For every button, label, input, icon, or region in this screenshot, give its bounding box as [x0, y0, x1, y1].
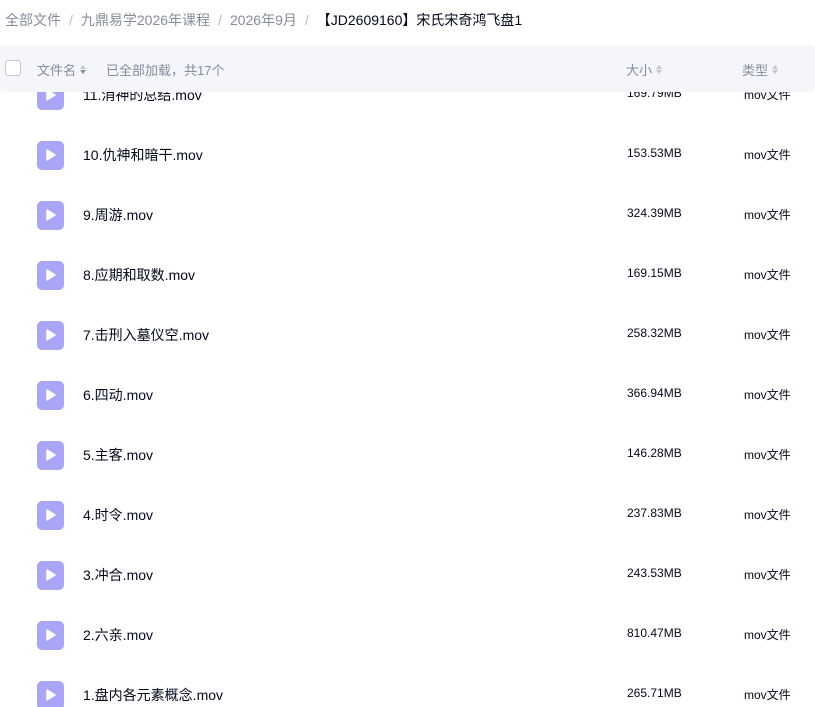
- breadcrumb-course-folder[interactable]: 九鼎易学2026年课程: [81, 10, 210, 30]
- play-icon: [46, 389, 56, 401]
- file-size: 146.28MB: [627, 446, 682, 460]
- file-size: 169.79MB: [627, 92, 682, 100]
- video-file-icon: [37, 681, 64, 707]
- file-type: mov文件: [744, 148, 791, 162]
- file-size: 237.83MB: [627, 506, 682, 520]
- sort-by-type-button[interactable]: 类型: [742, 60, 779, 79]
- file-type: mov文件: [744, 688, 791, 702]
- video-file-icon: [37, 621, 64, 650]
- file-row[interactable]: 1.盘内各元素概念.mov 265.71MB mov文件: [0, 665, 815, 707]
- file-row[interactable]: 11.消神的总结.mov 169.79MB mov文件: [0, 92, 815, 125]
- file-row[interactable]: 7.击刑入墓仪空.mov 258.32MB mov文件: [0, 305, 815, 365]
- file-row[interactable]: 9.周游.mov 324.39MB mov文件: [0, 185, 815, 245]
- play-icon: [46, 629, 56, 641]
- video-file-icon: [37, 501, 64, 530]
- file-row[interactable]: 4.时令.mov 237.83MB mov文件: [0, 485, 815, 545]
- play-icon: [46, 92, 56, 101]
- file-name[interactable]: 9.周游.mov: [83, 205, 153, 225]
- file-type: mov文件: [744, 92, 791, 102]
- file-name[interactable]: 8.应期和取数.mov: [83, 265, 195, 285]
- video-file-icon: [37, 381, 64, 410]
- file-row[interactable]: 6.四动.mov 366.94MB mov文件: [0, 365, 815, 425]
- file-type: mov文件: [744, 208, 791, 222]
- breadcrumb-month-folder[interactable]: 2026年9月: [230, 10, 297, 30]
- file-row[interactable]: 10.仇神和暗干.mov 153.53MB mov文件: [0, 125, 815, 185]
- sort-arrows-icon: [80, 65, 87, 74]
- play-icon: [46, 269, 56, 281]
- file-name[interactable]: 11.消神的总结.mov: [83, 92, 202, 105]
- video-file-icon: [37, 561, 64, 590]
- file-row[interactable]: 3.冲合.mov 243.53MB mov文件: [0, 545, 815, 605]
- file-row[interactable]: 2.六亲.mov 810.47MB mov文件: [0, 605, 815, 665]
- file-size: 243.53MB: [627, 566, 682, 580]
- file-row[interactable]: 5.主客.mov 146.28MB mov文件: [0, 425, 815, 485]
- file-name[interactable]: 4.时令.mov: [83, 505, 153, 525]
- play-icon: [46, 569, 56, 581]
- file-name[interactable]: 7.击刑入墓仪空.mov: [83, 325, 209, 345]
- file-name[interactable]: 2.六亲.mov: [83, 625, 153, 645]
- file-type: mov文件: [744, 448, 791, 462]
- breadcrumb: 全部文件 / 九鼎易学2026年课程 / 2026年9月 / 【JD260916…: [5, 9, 522, 31]
- play-icon: [46, 329, 56, 341]
- select-all-checkbox[interactable]: [5, 60, 21, 76]
- file-name[interactable]: 6.四动.mov: [83, 385, 153, 405]
- file-list-header: 文件名 已全部加载，共17个 大小 类型: [0, 45, 815, 92]
- file-size: 810.47MB: [627, 626, 682, 640]
- file-type: mov文件: [744, 268, 791, 282]
- file-name[interactable]: 10.仇神和暗干.mov: [83, 145, 203, 165]
- video-file-icon: [37, 441, 64, 470]
- video-file-icon: [37, 321, 64, 350]
- video-file-icon: [37, 201, 64, 230]
- file-list[interactable]: 11.消神的总结.mov 169.79MB mov文件 10.仇神和暗干.mov 153…: [0, 92, 815, 707]
- file-size: 324.39MB: [627, 206, 682, 220]
- video-file-icon: [37, 261, 64, 290]
- name-column-label: 文件名: [37, 63, 77, 78]
- play-icon: [46, 449, 56, 461]
- file-type: mov文件: [744, 388, 791, 402]
- sort-arrows-icon: [772, 65, 779, 74]
- file-size: 169.15MB: [627, 266, 682, 280]
- file-size: 366.94MB: [627, 386, 682, 400]
- play-icon: [46, 149, 56, 161]
- video-file-icon: [37, 141, 64, 170]
- play-icon: [46, 509, 56, 521]
- type-column-label: 类型: [742, 63, 769, 78]
- sort-by-name-button[interactable]: 文件名: [37, 60, 87, 79]
- breadcrumb-separator: /: [69, 12, 73, 28]
- file-type: mov文件: [744, 328, 791, 342]
- file-row[interactable]: 8.应期和取数.mov 169.15MB mov文件: [0, 245, 815, 305]
- file-size: 153.53MB: [627, 146, 682, 160]
- play-icon: [46, 209, 56, 221]
- file-name[interactable]: 5.主客.mov: [83, 445, 153, 465]
- file-name[interactable]: 3.冲合.mov: [83, 565, 153, 585]
- load-status-text: 已全部加载，共17个: [106, 63, 225, 78]
- breadcrumb-separator: /: [304, 12, 309, 28]
- file-name[interactable]: 1.盘内各元素概念.mov: [83, 685, 223, 705]
- breadcrumb-all-files[interactable]: 全部文件: [5, 10, 61, 30]
- file-rows: 11.消神的总结.mov 169.79MB mov文件 10.仇神和暗干.mov 153…: [0, 92, 815, 707]
- breadcrumb-current-folder: 【JD2609160】宋氏宋奇鸿飞盘1: [316, 12, 523, 28]
- file-size: 265.71MB: [627, 686, 682, 700]
- file-size: 258.32MB: [627, 326, 682, 340]
- sort-arrows-icon: [656, 65, 663, 74]
- breadcrumb-separator: /: [218, 12, 222, 28]
- video-file-icon: [37, 92, 64, 110]
- file-type: mov文件: [744, 628, 791, 642]
- play-icon: [46, 689, 56, 701]
- file-type: mov文件: [744, 568, 791, 582]
- file-type: mov文件: [744, 508, 791, 522]
- size-column-label: 大小: [626, 63, 653, 78]
- sort-by-size-button[interactable]: 大小: [626, 60, 663, 79]
